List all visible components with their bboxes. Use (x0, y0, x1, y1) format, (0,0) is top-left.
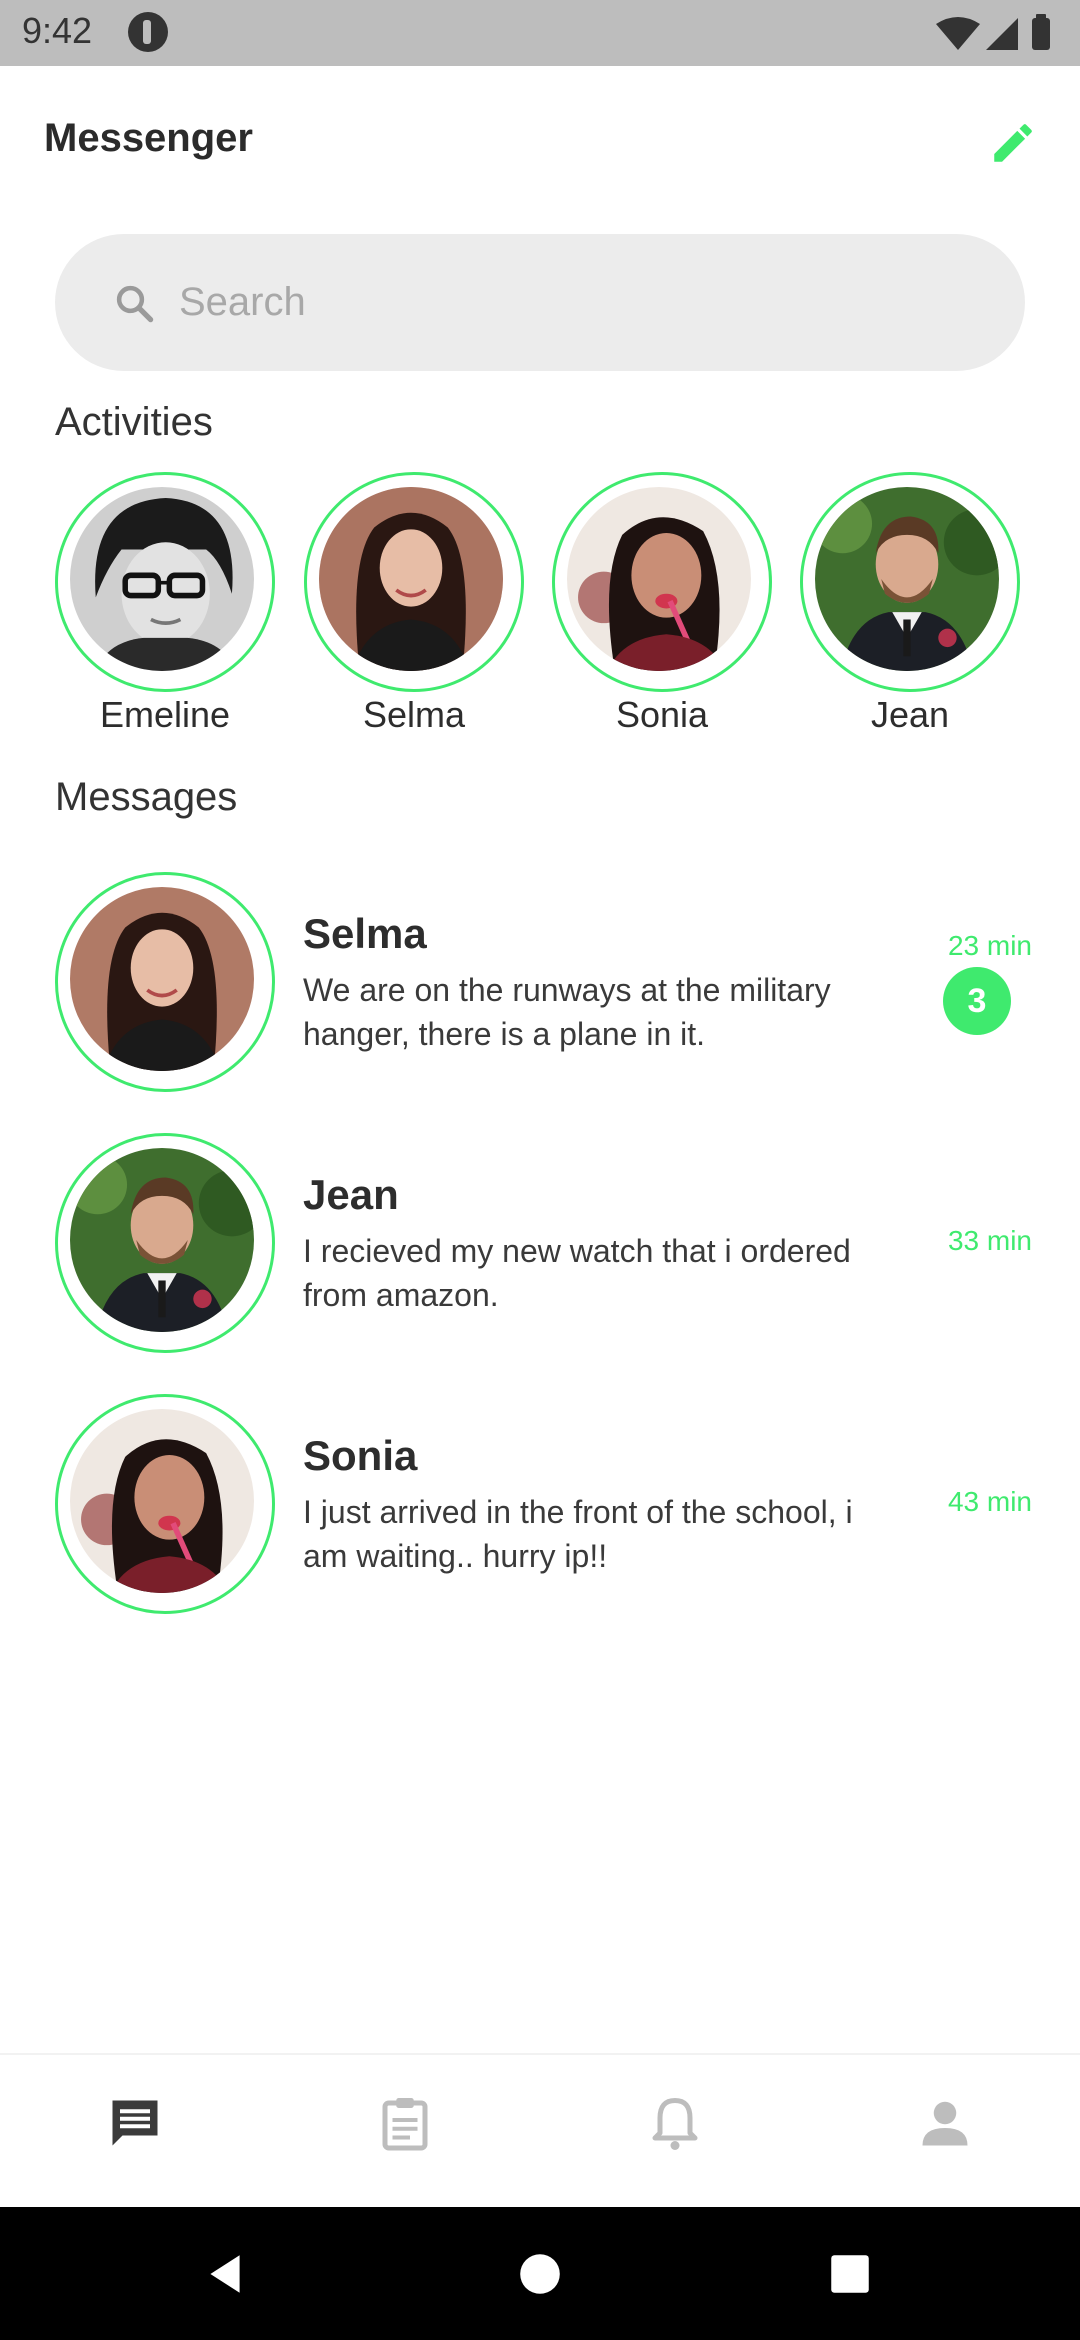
message-preview: I just arrived in the front of the schoo… (303, 1494, 853, 1574)
message-item-sonia[interactable]: Sonia I just arrived in the front of the… (55, 1394, 1035, 1624)
avatar (70, 887, 254, 1071)
message-item-selma[interactable]: Selma We are on the runways at the milit… (55, 872, 1035, 1102)
system-nav-bar (0, 2207, 1080, 2340)
message-time: 23 min (947, 930, 1032, 961)
activity-item-selma[interactable]: Selma (304, 472, 524, 742)
battery-icon (1032, 18, 1050, 50)
pencil-icon[interactable] (988, 118, 1038, 168)
recents-icon[interactable] (825, 2249, 875, 2299)
search-bar[interactable] (55, 234, 1025, 371)
search-input[interactable] (179, 264, 979, 340)
clipboard-icon[interactable] (375, 2093, 435, 2153)
activity-item-sonia[interactable]: Sonia (552, 472, 772, 742)
wifi-icon (936, 17, 980, 50)
activities-title: Activities (55, 400, 213, 444)
search-icon (116, 285, 154, 323)
bottom-nav (0, 2053, 1080, 2207)
message-time: 33 min (947, 1225, 1032, 1256)
message-sender: Jean (303, 1171, 399, 1218)
back-icon[interactable] (200, 2249, 250, 2299)
activity-name: Selma (362, 694, 466, 735)
activity-item-emeline[interactable]: Emeline (55, 472, 275, 742)
page-title: Messenger (44, 116, 253, 160)
message-sender: Sonia (303, 1432, 418, 1479)
activity-item-jean[interactable]: Jean (800, 472, 1020, 742)
activities-list: Emeline Selma Sonia Jean (55, 472, 1035, 742)
activity-name: Jean (870, 694, 950, 735)
message-preview: I recieved my new watch that i ordered f… (303, 1233, 851, 1313)
message-sender: Selma (303, 910, 427, 957)
avatar (319, 487, 503, 671)
avatar (70, 1148, 254, 1332)
activity-name: Emeline (99, 694, 231, 735)
status-time: 9:42 (22, 10, 93, 51)
chat-icon[interactable] (105, 2093, 165, 2153)
message-time: 43 min (947, 1486, 1032, 1517)
avatar (70, 487, 254, 671)
person-icon[interactable] (915, 2093, 975, 2153)
avatar (70, 1409, 254, 1593)
avatar (567, 487, 751, 671)
signal-icon (986, 18, 1018, 50)
home-icon[interactable] (515, 2249, 565, 2299)
unread-badge: 3 (943, 967, 1011, 1035)
status-bar: 9:42 (0, 0, 1080, 66)
notification-app-icon (128, 12, 168, 52)
status-icons (936, 14, 1050, 50)
message-item-jean[interactable]: Jean I recieved my new watch that i orde… (55, 1133, 1035, 1363)
message-preview: We are on the runways at the military ha… (303, 972, 831, 1052)
messages-title: Messages (55, 775, 238, 819)
avatar (815, 487, 999, 671)
bell-icon[interactable] (645, 2093, 705, 2153)
activity-name: Sonia (615, 694, 709, 735)
